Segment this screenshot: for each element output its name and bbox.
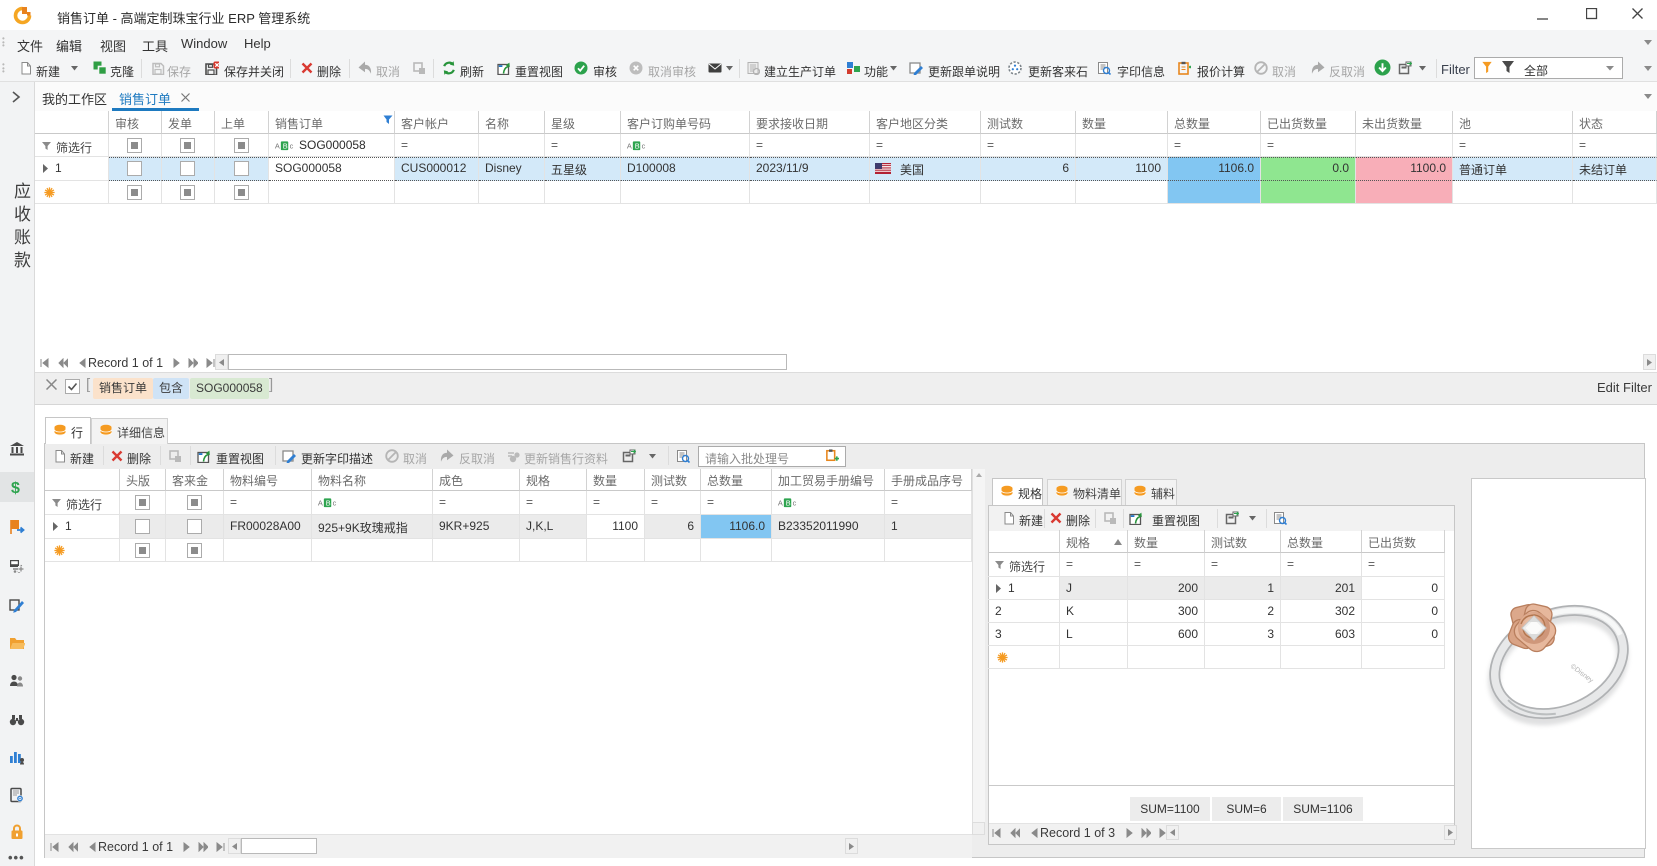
svg-text:B: B <box>326 498 331 507</box>
svg-text:c: c <box>642 141 646 150</box>
svg-text:c: c <box>793 498 797 507</box>
svg-text:A: A <box>627 141 632 150</box>
svg-text:©Disney: ©Disney <box>1569 662 1595 685</box>
svg-text:A: A <box>318 498 323 507</box>
svg-text:$: $ <box>11 480 20 495</box>
svg-text:c: c <box>333 498 337 507</box>
svg-text:B: B <box>635 141 640 150</box>
svg-text:c: c <box>290 141 294 150</box>
svg-text:A: A <box>275 141 280 150</box>
svg-text:B: B <box>786 498 791 507</box>
svg-text:B: B <box>283 141 288 150</box>
svg-text:A: A <box>778 498 783 507</box>
